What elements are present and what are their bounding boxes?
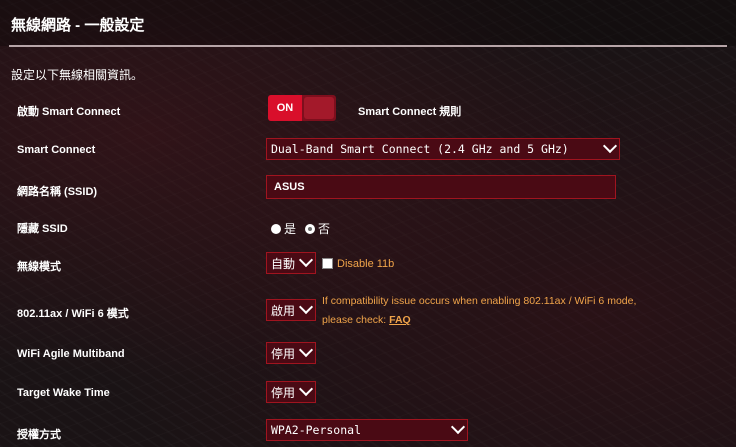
chevron-down-icon bbox=[298, 299, 314, 315]
disable-11b-label: Disable 11b bbox=[337, 258, 395, 270]
ax-warning-line1: If compatibility issue occurs when enabl… bbox=[322, 295, 637, 307]
target-wake-time-value: 停用 bbox=[271, 385, 296, 400]
auth-method-value: WPA2-Personal bbox=[271, 423, 362, 437]
ax-warning: If compatibility issue occurs when enabl… bbox=[322, 292, 722, 330]
wireless-mode-select[interactable]: 自動 bbox=[266, 252, 316, 274]
auth-method-label: 授權方式 bbox=[17, 429, 61, 441]
smart-connect-select[interactable]: Dual-Band Smart Connect (2.4 GHz and 5 G… bbox=[266, 138, 620, 160]
ssid-input[interactable]: ASUS bbox=[266, 175, 616, 199]
hide-ssid-no-label: 否 bbox=[318, 222, 331, 236]
agile-multiband-label: WiFi Agile Multiband bbox=[17, 348, 125, 360]
chevron-down-icon bbox=[298, 252, 314, 268]
toggle-knob bbox=[304, 97, 334, 119]
smart-connect-rule-link[interactable]: Smart Connect 規則 bbox=[358, 103, 461, 119]
target-wake-time-label: Target Wake Time bbox=[17, 387, 110, 399]
chevron-down-icon bbox=[298, 342, 314, 358]
smart-connect-label: Smart Connect bbox=[17, 144, 96, 156]
ssid-value: ASUS bbox=[274, 181, 305, 193]
ax-mode-select[interactable]: 啟用 bbox=[266, 299, 316, 321]
hide-ssid-no-radio[interactable] bbox=[305, 223, 316, 234]
ax-mode-value: 啟用 bbox=[271, 303, 296, 318]
target-wake-time-select[interactable]: 停用 bbox=[266, 381, 316, 403]
page-description: 設定以下無線相關資訊。 bbox=[11, 68, 144, 82]
auth-method-select[interactable]: WPA2-Personal bbox=[266, 419, 468, 441]
ax-mode-label: 802.11ax / WiFi 6 模式 bbox=[17, 308, 129, 320]
faq-link[interactable]: FAQ bbox=[389, 314, 411, 326]
title-divider bbox=[9, 45, 727, 47]
disable-11b-checkbox[interactable] bbox=[322, 258, 333, 269]
ax-warning-line2: please check: FAQ bbox=[322, 311, 722, 330]
hide-ssid-radio-group: 是 否 bbox=[271, 220, 330, 237]
chevron-down-icon bbox=[450, 419, 466, 435]
agile-multiband-select[interactable]: 停用 bbox=[266, 342, 316, 364]
wireless-mode-value: 自動 bbox=[271, 256, 296, 271]
hide-ssid-yes-radio[interactable] bbox=[271, 223, 281, 234]
smart-connect-toggle[interactable]: ON bbox=[268, 95, 336, 121]
ssid-label: 網路名稱 (SSID) bbox=[17, 186, 98, 198]
chevron-down-icon bbox=[602, 138, 618, 154]
agile-multiband-value: 停用 bbox=[271, 346, 296, 361]
hide-ssid-yes-label: 是 bbox=[284, 222, 297, 236]
smart-connect-value: Dual-Band Smart Connect (2.4 GHz and 5 G… bbox=[271, 142, 569, 156]
page-title: 無線網路 - 一般設定 bbox=[11, 17, 145, 34]
chevron-down-icon bbox=[298, 381, 314, 397]
smart-connect-enable-label: 啟動 Smart Connect bbox=[17, 106, 121, 118]
toggle-on-text: ON bbox=[268, 95, 302, 121]
hide-ssid-label: 隱藏 SSID bbox=[17, 223, 68, 235]
ax-warning-check: please check: bbox=[322, 314, 387, 326]
wireless-mode-label: 無線模式 bbox=[17, 261, 61, 273]
